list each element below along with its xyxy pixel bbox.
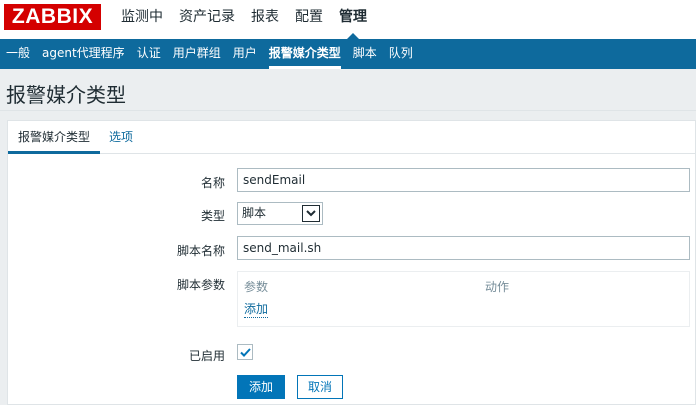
type-select-value: 脚本 xyxy=(242,206,267,220)
page-title: 报警媒介类型 xyxy=(6,83,126,107)
script-name-input[interactable]: send_mail.sh xyxy=(237,236,690,260)
subnav-proxies[interactable]: agent代理程序 xyxy=(36,39,131,69)
topmenu-reports[interactable]: 报表 xyxy=(243,0,287,39)
params-add-link[interactable]: 添加 xyxy=(244,300,269,318)
type-select[interactable]: 脚本 xyxy=(237,202,323,225)
topmenu-configuration[interactable]: 配置 xyxy=(287,0,331,39)
enabled-checkbox[interactable] xyxy=(237,344,253,360)
top-header: ZABBIX 监测中 资产记录 报表 配置 管理 xyxy=(0,0,696,39)
script-name-label: 脚本名称 xyxy=(176,244,225,258)
subnav-scripts[interactable]: 脚本 xyxy=(347,39,383,69)
subnav-media-types[interactable]: 报警媒介类型 xyxy=(263,39,347,69)
tab-media-type[interactable]: 报警媒介类型 xyxy=(8,121,100,154)
add-button[interactable]: 添加 xyxy=(237,375,285,399)
cancel-button[interactable]: 取消 xyxy=(297,375,343,399)
params-column-action: 动作 xyxy=(485,280,510,294)
tab-options[interactable]: 选项 xyxy=(109,121,133,154)
name-input[interactable]: sendEmail xyxy=(237,168,690,192)
sub-navigation: 一般 agent代理程序 认证 用户群组 用户 报警媒介类型 脚本 队列 xyxy=(0,39,696,69)
zabbix-logo[interactable]: ZABBIX xyxy=(4,4,101,30)
type-label: 类型 xyxy=(200,209,225,223)
subnav-general[interactable]: 一般 xyxy=(0,39,36,69)
enabled-label: 已启用 xyxy=(188,349,225,363)
params-column-parameter: 参数 xyxy=(244,280,269,294)
form-panel: 报警媒介类型 选项 名称 sendEmail 类型 脚本 脚本名称 send_m… xyxy=(7,120,696,405)
topmenu-monitoring[interactable]: 监测中 xyxy=(113,0,171,39)
subnav-user-groups[interactable]: 用户群组 xyxy=(167,39,227,69)
topmenu-administration[interactable]: 管理 xyxy=(331,0,375,39)
form-tabs: 报警媒介类型 选项 xyxy=(8,121,695,154)
subnav-queue[interactable]: 队列 xyxy=(383,39,419,69)
chevron-down-icon[interactable] xyxy=(302,205,320,222)
topmenu-inventory[interactable]: 资产记录 xyxy=(171,0,243,39)
script-params-label: 脚本参数 xyxy=(176,278,225,292)
top-menu: 监测中 资产记录 报表 配置 管理 xyxy=(113,0,375,39)
subnav-users[interactable]: 用户 xyxy=(227,39,263,69)
page-header: 报警媒介类型 xyxy=(0,69,696,111)
subnav-authentication[interactable]: 认证 xyxy=(131,39,167,69)
checkmark-icon xyxy=(240,348,251,357)
name-label: 名称 xyxy=(200,176,225,190)
script-params-table: 参数 动作 添加 xyxy=(237,271,690,327)
